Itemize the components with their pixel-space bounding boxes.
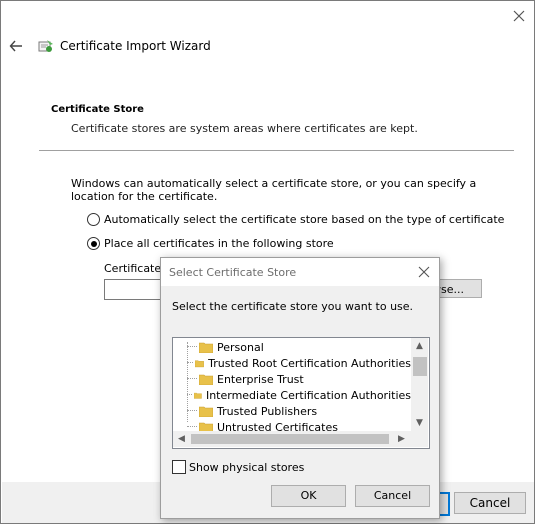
radio-place-in-store[interactable]: Place all certificates in the following … (87, 237, 334, 250)
scroll-corner (411, 431, 428, 447)
scroll-left-icon[interactable]: ◀ (178, 434, 185, 444)
certificate-wizard-icon (38, 40, 53, 52)
horizontal-scroll-thumb[interactable] (191, 434, 389, 444)
dialog-cancel-button[interactable]: Cancel (355, 485, 430, 507)
store-item-enterprise-trust[interactable]: Enterprise Trust (173, 371, 411, 387)
vertical-scroll-thumb[interactable] (413, 357, 427, 376)
store-item-label: Trusted Publishers (217, 404, 318, 418)
folder-icon (199, 406, 213, 417)
scroll-down-icon[interactable]: ▼ (416, 418, 423, 428)
header-divider (39, 150, 514, 151)
close-icon[interactable] (511, 8, 527, 24)
radio-auto-label: Automatically select the certificate sto… (104, 213, 505, 226)
tree-branch (187, 426, 197, 428)
folder-icon (194, 392, 202, 399)
wizard-title: Certificate Import Wizard (60, 39, 211, 53)
tree-branch (187, 410, 197, 412)
tree-branch (187, 394, 193, 396)
tree-branch (187, 362, 194, 364)
store-tree[interactable]: Personal Trusted Root Certification Auth… (172, 337, 430, 449)
store-item-label: Intermediate Certification Authorities (205, 388, 411, 402)
show-physical-stores-option[interactable]: Show physical stores (172, 460, 304, 474)
radio-place-label: Place all certificates in the following … (104, 237, 334, 250)
intro-text: Windows can automatically select a certi… (71, 177, 477, 203)
show-physical-label: Show physical stores (189, 460, 305, 474)
dialog-prompt: Select the certificate store you want to… (172, 300, 414, 313)
tree-branch (187, 346, 197, 348)
store-item-label: Enterprise Trust (217, 372, 304, 386)
tree-branch (187, 378, 197, 380)
scroll-right-icon[interactable]: ▶ (398, 434, 405, 444)
store-item-personal[interactable]: Personal (173, 339, 411, 355)
section-title: Certificate Store (51, 104, 144, 115)
folder-icon (199, 342, 213, 353)
dialog-title: Select Certificate Store (169, 266, 297, 279)
radio-auto-select[interactable]: Automatically select the certificate sto… (87, 213, 504, 226)
store-item-label: Personal (217, 340, 264, 354)
dialog-close-icon[interactable] (417, 265, 431, 279)
radio-auto-button[interactable] (87, 213, 100, 226)
ok-button[interactable]: OK (271, 485, 346, 507)
radio-place-button[interactable] (87, 237, 100, 250)
certificate-store-field[interactable] (104, 279, 166, 300)
back-arrow-icon[interactable] (8, 38, 24, 54)
scroll-up-icon[interactable]: ▲ (416, 341, 423, 351)
select-certificate-store-dialog: Select Certificate Store Select the cert… (160, 257, 440, 519)
store-item-trusted-publishers[interactable]: Trusted Publishers (173, 403, 411, 419)
store-item-label: Trusted Root Certification Authorities (208, 356, 411, 370)
store-item-trusted-root[interactable]: Trusted Root Certification Authorities (173, 355, 411, 371)
section-description: Certificate stores are system areas wher… (71, 122, 418, 135)
store-item-intermediate[interactable]: Intermediate Certification Authorities (173, 387, 411, 403)
wizard-cancel-button[interactable]: Cancel (454, 492, 526, 514)
show-physical-checkbox[interactable] (172, 460, 186, 474)
folder-icon (195, 359, 205, 367)
folder-icon (199, 374, 213, 385)
